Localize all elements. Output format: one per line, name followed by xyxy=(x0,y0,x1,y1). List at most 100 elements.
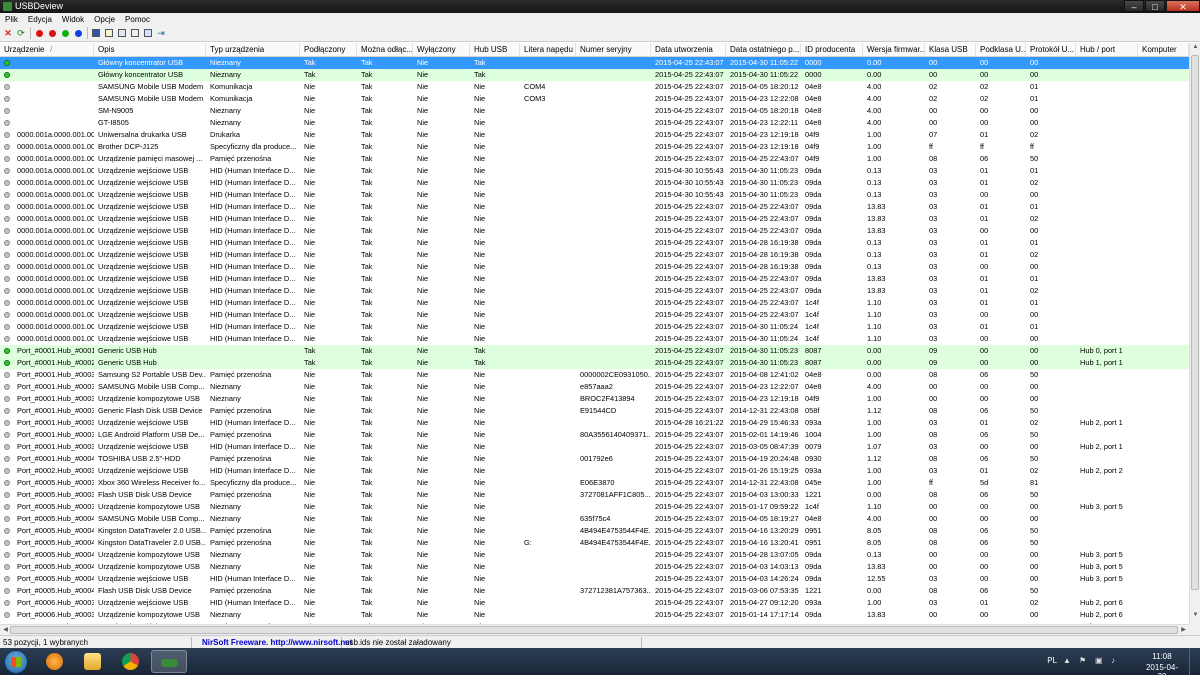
table-row[interactable]: Port_#0005.Hub_#0004 Flash USB Disk USB D… xyxy=(0,585,1189,597)
table-row[interactable]: 0000.001a.0000.001.00... Urządzenie pamię… xyxy=(0,153,1189,165)
column-header-litera-napedu[interactable]: Litera napędu xyxy=(520,43,576,56)
network-icon[interactable]: ▣ xyxy=(1095,656,1104,665)
table-row[interactable]: 0000.001d.0000.001.00... Urządzenie wejśc… xyxy=(0,333,1189,345)
table-row[interactable]: Port_#0001.Hub_#0003 Urządzenie wejściowe… xyxy=(0,417,1189,429)
column-header-typ[interactable]: Typ urządzenia xyxy=(206,43,300,56)
maximize-button[interactable]: □ xyxy=(1145,0,1165,12)
column-header-hub-port[interactable]: Hub / port xyxy=(1076,43,1138,56)
table-row[interactable]: 0000.001d.0000.001.00... Urządzenie wejśc… xyxy=(0,249,1189,261)
flag-icon[interactable]: ⚑ xyxy=(1079,656,1088,665)
table-row[interactable]: Port_#0005.Hub_#0004 Urządzenie kompozyto… xyxy=(0,549,1189,561)
column-header-id-producenta[interactable]: ID producenta xyxy=(801,43,863,56)
column-header-klasa-usb[interactable]: Klasa USB xyxy=(925,43,976,56)
table-row[interactable]: 0000.001d.0000.001.00... Urządzenie wejśc… xyxy=(0,309,1189,321)
table-row[interactable]: Port_#0006.Hub_#0003 Urządzenie wejściowe… xyxy=(0,597,1189,609)
table-row[interactable]: 0000.001d.0000.001.00... Urządzenie wejśc… xyxy=(0,237,1189,249)
column-header-opis[interactable]: Opis xyxy=(94,43,206,56)
table-row[interactable]: 0000.001d.0000.001.00... Urządzenie wejśc… xyxy=(0,273,1189,285)
show-desktop-button[interactable] xyxy=(1189,648,1200,675)
table-row[interactable]: Port_#0001.Hub_#0001 Generic USB Hub Tak Ta… xyxy=(0,345,1189,357)
column-header-urzadzenie[interactable]: Urządzenie / xyxy=(0,43,94,56)
save-icon[interactable] xyxy=(91,28,101,38)
table-row[interactable]: Port_#0005.Hub_#0004 SAMSUNG Mobile USB C… xyxy=(0,513,1189,525)
table-row[interactable]: Port_#0001.Hub_#0002 Generic USB Hub Tak Ta… xyxy=(0,357,1189,369)
column-header-podlaczony[interactable]: Podłączony xyxy=(300,43,357,56)
menu-edycja[interactable]: Edycja xyxy=(23,15,57,24)
green-dot-icon[interactable] xyxy=(60,28,70,38)
scroll-down-icon[interactable]: ▼ xyxy=(1191,612,1200,622)
table-row[interactable]: Port_#0005.Hub_#0004 Kingston DataTravele… xyxy=(0,525,1189,537)
table-row[interactable]: 0000.001d.0000.001.00... Urządzenie wejśc… xyxy=(0,297,1189,309)
red-dot-icon[interactable] xyxy=(47,28,57,38)
table-row[interactable]: SAMSUNG Mobile USB Modem Komunikacja Nie Ta… xyxy=(0,93,1189,105)
vertical-scroll-thumb[interactable] xyxy=(1191,55,1199,590)
volume-icon[interactable]: ♪ xyxy=(1111,656,1120,665)
column-header-wylaczony[interactable]: Wyłączony xyxy=(413,43,470,56)
column-header-wersja-firmware[interactable]: Wersja firmwar... xyxy=(863,43,925,56)
horizontal-scroll-thumb[interactable] xyxy=(10,626,1178,634)
table-row[interactable]: Port_#0001.Hub_#0003 SAMSUNG Mobile USB C… xyxy=(0,381,1189,393)
taskbar-usbdeview[interactable] xyxy=(151,650,187,673)
table-row[interactable]: Port_#0005.Hub_#0003 Xbox 360 Wireless Re… xyxy=(0,477,1189,489)
table-row[interactable]: 0000.001a.0000.001.00... Brother DCP-J125… xyxy=(0,141,1189,153)
delete-icon[interactable]: ✕ xyxy=(3,28,13,38)
refresh-icon[interactable]: ⟳ xyxy=(16,28,26,38)
column-header-protokol-usb[interactable]: Protokół U... xyxy=(1026,43,1076,56)
table-row[interactable]: Port_#0002.Hub_#0003 Urządzenie wejściowe… xyxy=(0,465,1189,477)
menu-opcje[interactable]: Opcje xyxy=(89,15,120,24)
table-row[interactable]: 0000.001a.0000.001.00... Urządzenie wejśc… xyxy=(0,201,1189,213)
table-row[interactable]: 0000.001a.0000.001.00... Urządzenie wejśc… xyxy=(0,213,1189,225)
report-icon[interactable] xyxy=(104,28,114,38)
device-list[interactable]: Główny koncentrator USB Nieznany Tak Tak Nie… xyxy=(0,57,1189,624)
clock-time[interactable]: 11:08 xyxy=(1142,652,1182,661)
copy-icon[interactable] xyxy=(117,28,127,38)
show-hidden-icons-icon[interactable]: ▲ xyxy=(1063,656,1072,665)
table-row[interactable]: Port_#0001.Hub_#0004 TOSHIBA USB 2.5"-HDD… xyxy=(0,453,1189,465)
column-header-komputer[interactable]: Komputer xyxy=(1138,43,1189,56)
table-row[interactable]: Port_#0005.Hub_#0003 Urządzenie kompozyto… xyxy=(0,501,1189,513)
table-row[interactable]: Port_#0005.Hub_#0004 Urządzenie wejściowe… xyxy=(0,573,1189,585)
table-row[interactable]: Port_#0001.Hub_#0003 Urządzenie kompozyto… xyxy=(0,393,1189,405)
table-row[interactable]: Główny koncentrator USB Nieznany Tak Tak Nie… xyxy=(0,57,1189,69)
table-row[interactable]: Port_#0005.Hub_#0003 Flash USB Disk USB D… xyxy=(0,489,1189,501)
table-row[interactable]: 0000.001d.0000.001.00... Urządzenie wejśc… xyxy=(0,321,1189,333)
language-indicator[interactable]: PL xyxy=(1047,656,1057,665)
exit-icon[interactable]: ⇥ xyxy=(156,28,166,38)
column-header-podklasa-usb[interactable]: Podklasa U... xyxy=(976,43,1026,56)
table-row[interactable]: 0000.001d.0000.001.00... Urządzenie wejśc… xyxy=(0,261,1189,273)
table-row[interactable]: Port_#0001.Hub_#0003 Samsung S2 Portable … xyxy=(0,369,1189,381)
find-icon[interactable] xyxy=(143,28,153,38)
clock-date[interactable]: 2015-04-30 xyxy=(1142,663,1182,681)
table-row[interactable]: GT-I8505 Nieznany Nie Tak Nie Nie 2015-04-25 2… xyxy=(0,117,1189,129)
table-row[interactable]: Port_#0005.Hub_#0004 Urządzenie kompozyto… xyxy=(0,561,1189,573)
table-row[interactable]: 0000.001a.0000.001.00... Urządzenie wejśc… xyxy=(0,177,1189,189)
menu-widok[interactable]: Widok xyxy=(57,15,89,24)
table-row[interactable]: Port_#0006.Hub_#0003 Urządzenie kompozyto… xyxy=(0,609,1189,621)
horizontal-scrollbar[interactable]: ◀ ▶ xyxy=(0,624,1189,635)
start-button[interactable] xyxy=(4,650,28,674)
scroll-right-icon[interactable]: ▶ xyxy=(1179,626,1188,635)
close-button[interactable]: ✕ xyxy=(1166,0,1200,12)
table-row[interactable]: SAMSUNG Mobile USB Modem Komunikacja Nie Ta… xyxy=(0,81,1189,93)
table-row[interactable]: 0000.001d.0000.001.00... Urządzenie wejśc… xyxy=(0,285,1189,297)
vertical-scrollbar[interactable]: ▲ ▼ xyxy=(1189,43,1200,624)
properties-icon[interactable] xyxy=(130,28,140,38)
table-row[interactable]: 0000.001a.0000.001.00... Urządzenie wejśc… xyxy=(0,189,1189,201)
column-header-hub-usb[interactable]: Hub USB xyxy=(470,43,520,56)
table-row[interactable]: Port_#0001.Hub_#0003 Generic Flash Disk U… xyxy=(0,405,1189,417)
scroll-up-icon[interactable]: ▲ xyxy=(1191,44,1200,54)
menu-pomoc[interactable]: Pomoc xyxy=(120,15,155,24)
red-dot-icon[interactable] xyxy=(34,28,44,38)
table-row[interactable]: Główny koncentrator USB Nieznany Tak Tak Nie… xyxy=(0,69,1189,81)
scroll-left-icon[interactable]: ◀ xyxy=(1,626,10,635)
column-header-data-ostatniego[interactable]: Data ostatniego p... xyxy=(726,43,801,56)
column-header-data-utworzenia[interactable]: Data utworzenia xyxy=(651,43,726,56)
table-row[interactable]: Port_#0001.Hub_#0003 Urządzenie wejściowe… xyxy=(0,441,1189,453)
taskbar-media-player[interactable] xyxy=(37,650,73,673)
column-header-numer-seryjny[interactable]: Numer seryjny xyxy=(576,43,651,56)
table-row[interactable]: 0000.001a.0000.001.00... Urządzenie wejśc… xyxy=(0,225,1189,237)
menu-plik[interactable]: Plik xyxy=(0,15,23,24)
table-row[interactable]: Port_#0001.Hub_#0003 LGE Android Platform… xyxy=(0,429,1189,441)
table-row[interactable]: 0000.001a.0000.001.00... Urządzenie wejśc… xyxy=(0,165,1189,177)
table-row[interactable]: Port_#0005.Hub_#0004 Kingston DataTravele… xyxy=(0,537,1189,549)
